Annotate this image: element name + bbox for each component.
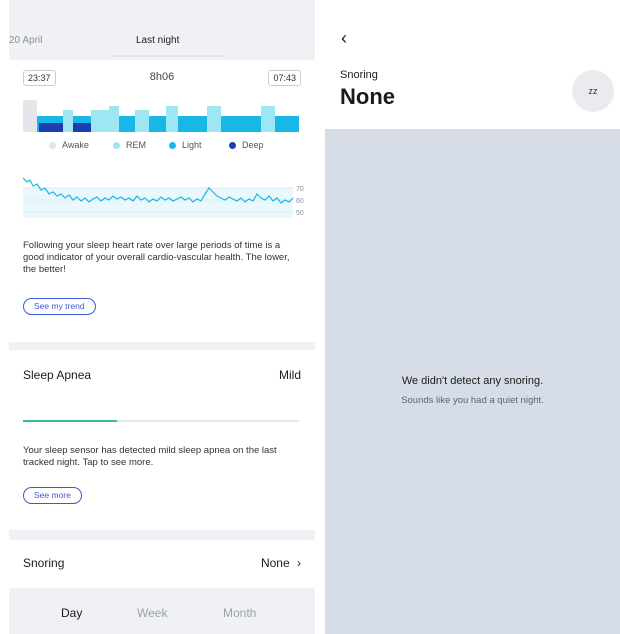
see-my-trend-button[interactable]: See my trend: [23, 298, 96, 315]
back-button[interactable]: ‹: [341, 28, 361, 50]
heart-rate-description: Following your sleep heart rate over lar…: [23, 240, 290, 275]
sleep-summary-panel: 20 April Last night 23:37 8h06 07:43 Awa…: [9, 0, 315, 634]
empty-state-subtitle: Sounds like you had a quiet night.: [401, 395, 544, 406]
snoring-row[interactable]: Snoring None ›: [9, 540, 315, 588]
legend-light: Light: [169, 140, 202, 150]
hr-tick-60: 60: [296, 198, 304, 205]
legend-awake: Awake: [49, 140, 89, 150]
tab-week[interactable]: Week: [137, 606, 167, 620]
sleep-end-time: 07:43: [268, 70, 301, 86]
date-tabs: 20 April Last night: [9, 0, 315, 60]
apnea-level-bar: [23, 420, 299, 422]
dot-icon: [229, 141, 236, 149]
tab-day[interactable]: Day: [61, 606, 82, 620]
snoring-detail-panel: ‹ Snoring None zz We didn't detect any s…: [325, 0, 620, 634]
sleep-apnea-card[interactable]: Sleep Apnea Mild Your sleep sensor has d…: [9, 350, 315, 530]
sleep-apnea-title: Sleep Apnea: [23, 368, 92, 382]
sleep-card: 23:37 8h06 07:43 Awake REM Light Deep 70…: [9, 60, 315, 342]
snoring-detail-value: None: [340, 84, 395, 109]
empty-state-title: We didn't detect any snoring.: [401, 375, 544, 387]
dot-icon: [169, 141, 176, 149]
heart-rate-chart[interactable]: 70 60 50: [23, 170, 305, 226]
legend-deep: Deep: [229, 140, 264, 150]
sleep-hypnogram[interactable]: [23, 96, 299, 134]
snoring-detail-label: Snoring: [340, 69, 378, 81]
see-more-button[interactable]: See more: [23, 487, 82, 504]
sleep-apnea-description: Your sleep sensor has detected mild slee…: [23, 445, 277, 468]
apnea-level-fill: [23, 420, 117, 422]
tab-last-night[interactable]: Last night: [136, 35, 179, 46]
snoring-value: None ›: [260, 556, 301, 570]
snoring-empty-state: We didn't detect any snoring. Sounds lik…: [325, 129, 620, 634]
snoring-title: Snoring: [23, 556, 65, 570]
hr-tick-50: 50: [296, 210, 304, 217]
zz-icon: zz: [588, 86, 598, 96]
chevron-right-icon: ›: [297, 556, 301, 570]
period-tabs: Day Week Month: [9, 596, 315, 634]
tab-20-april[interactable]: 20 April: [9, 35, 42, 46]
snore-icon-button[interactable]: zz: [572, 70, 614, 112]
sleep-apnea-value: Mild: [278, 368, 301, 382]
tab-month[interactable]: Month: [223, 606, 256, 620]
legend-rem: REM: [113, 140, 146, 150]
hr-tick-70: 70: [296, 186, 304, 193]
dot-icon: [113, 141, 120, 149]
dot-icon: [49, 141, 56, 149]
tab-underline: [111, 55, 223, 57]
